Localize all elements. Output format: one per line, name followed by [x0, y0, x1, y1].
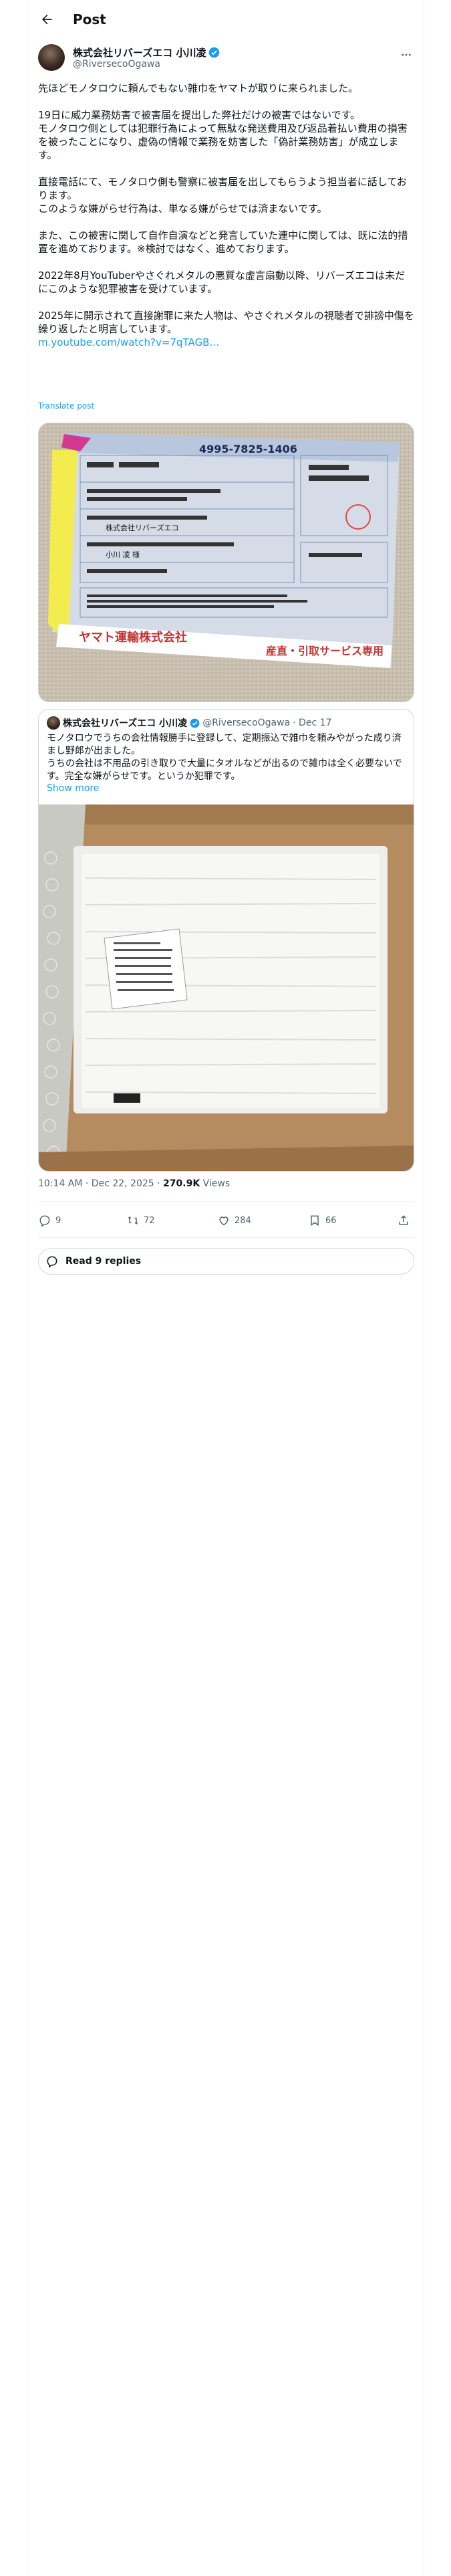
- verified-badge-icon: [190, 718, 200, 728]
- post-text: 先ほどモノタロウに頼んでもない雑巾をヤマトが取りに来られました。 19日に威力業…: [38, 82, 414, 349]
- post-line: モノタロウ側としては犯罪行為によって無駄な発送費用及び返品着払い費用の損害を被っ…: [38, 122, 408, 161]
- avatar[interactable]: [38, 44, 65, 71]
- tracking-number: 4995-7825-1406: [199, 443, 297, 455]
- bookmark-count: 66: [325, 1215, 337, 1226]
- author-handle[interactable]: @RiversecoOgawa: [73, 59, 160, 70]
- post-author: 株式会社リバーズエコ 小川凌 @RiversecoOgawa: [38, 44, 414, 75]
- reply-bubble-icon: [45, 1255, 59, 1268]
- share-icon: [397, 1214, 410, 1227]
- post-paragraph: 19日に威力業務妨害で被害届を提出した弊社だけの被害ではないです。 モノタロウ側と…: [38, 108, 414, 162]
- post-line: このような嫌がらせ行為は、単なる嫌がらせでは済まないです。: [38, 203, 327, 215]
- post-line: 先ほどモノタロウに頼んでもない雑巾をヤマトが取りに来られました。: [38, 82, 358, 94]
- main-column: Post 株式会社リバーズエコ 小川凌 @RiversecoOgawa 先ほどモ…: [27, 0, 424, 2576]
- author-name[interactable]: 株式会社リバーズエコ 小川凌: [73, 45, 206, 60]
- post-paragraph: 2025年に開示されて直接謝罪に来た人物は、やさぐれメタルの視聴者で誹謗中傷を繰…: [38, 309, 414, 336]
- youtube-link[interactable]: m.youtube.com/watch?v=7qTAGB…: [38, 336, 219, 348]
- read-replies-label: Read 9 replies: [65, 1256, 142, 1267]
- quoted-author-name: 株式会社リバーズエコ 小川凌: [63, 718, 188, 729]
- quoted-post[interactable]: 株式会社リバーズエコ 小川凌 @RiversecoOgawa · Dec 17 …: [38, 709, 414, 1172]
- post-paragraph: m.youtube.com/watch?v=7qTAGB…: [38, 336, 414, 349]
- post-line: 2025年に開示されて直接謝罪に来た人物は、やさぐれメタルの視聴者で誹謗中傷を繰…: [38, 310, 414, 335]
- back-button[interactable]: [35, 8, 58, 31]
- package-photo: [39, 804, 414, 1171]
- recipient-person: 小川 凌 様: [106, 550, 140, 559]
- quoted-post-header: 株式会社リバーズエコ 小川凌 @RiversecoOgawa · Dec 17: [47, 716, 331, 730]
- quoted-post-image-package[interactable]: [39, 804, 414, 1171]
- post-paragraph: 先ほどモノタロウに頼んでもない雑巾をヤマトが取りに来られました。: [38, 82, 414, 95]
- quoted-author-handle: @RiversecoOgawa: [202, 718, 291, 728]
- more-options-button[interactable]: [398, 47, 414, 63]
- post-line: 直接電話にて、モノタロウ側も警察に被害届を出してもらうよう担当者に話しております…: [38, 176, 407, 201]
- repost-icon: [126, 1214, 140, 1227]
- header: Post: [27, 0, 425, 39]
- translate-post-link[interactable]: Translate post: [38, 401, 94, 411]
- back-arrow-icon: [42, 14, 52, 25]
- quoted-post-date: · Dec 17: [293, 718, 332, 728]
- reply-count: 9: [55, 1215, 61, 1226]
- verified-badge-icon: [208, 47, 220, 58]
- post-meta: 10:14 AM · Dec 22, 2025 · 270.9K Views: [38, 1178, 230, 1189]
- reply-button[interactable]: 9: [38, 1209, 61, 1232]
- service-type: 産直・引取サービス専用: [266, 645, 384, 657]
- bookmark-button[interactable]: 66: [308, 1209, 337, 1232]
- quoted-line: モノタロウでうちの会社情報勝手に登録して、定期振込で雑巾を頼みやがった成り済まし…: [47, 733, 402, 756]
- post-line: また、この被害に関して自作自演などと発言していた連中に関しては、既に法的措置を進…: [38, 229, 408, 255]
- reply-icon: [38, 1214, 51, 1227]
- quoted-post-text: モノタロウでうちの会社情報勝手に登録して、定期振込で雑巾を頼みやがった成り済まし…: [47, 732, 408, 783]
- read-replies-button[interactable]: Read 9 replies: [38, 1248, 414, 1275]
- quoted-line: うちの会社は不用品の引き取りで大量にタオルなどが出るので雑巾は全く必要ないです。…: [47, 758, 402, 782]
- post-line: 2022年8月YouTuberやさぐれメタルの悪質な虚言扇動以降、リバーズエコは…: [38, 270, 406, 295]
- post-paragraph: また、この被害に関して自作自演などと発言していた連中に関しては、既に法的措置を進…: [38, 229, 414, 255]
- author-name-line: 株式会社リバーズエコ 小川凌: [73, 45, 220, 60]
- action-bar: 9 72 284 66: [38, 1209, 414, 1232]
- shipping-label-photo: 4995-7825-1406 株式会社リバーズエコ 小川 凌 様 ヤマト運輸株式…: [39, 423, 414, 702]
- like-button[interactable]: 284: [217, 1209, 251, 1232]
- share-button[interactable]: [397, 1209, 414, 1232]
- yamato-company-name: ヤマト運輸株式会社: [79, 630, 187, 645]
- more-icon: [402, 53, 411, 56]
- page-title: Post: [73, 11, 106, 27]
- post-paragraph: 直接電話にて、モノタロウ側も警察に被害届を出してもらうよう担当者に話しております…: [38, 175, 414, 215]
- like-count: 284: [235, 1215, 251, 1226]
- recipient-company: 株式会社リバーズエコ: [106, 523, 178, 532]
- divider: [38, 1201, 414, 1202]
- heart-icon: [217, 1214, 231, 1227]
- show-more-link[interactable]: Show more: [47, 783, 100, 794]
- repost-button[interactable]: 72: [126, 1209, 155, 1232]
- post-image-shipping-label[interactable]: 4995-7825-1406 株式会社リバーズエコ 小川 凌 様 ヤマト運輸株式…: [38, 423, 414, 702]
- post-timestamp[interactable]: 10:14 AM · Dec 22, 2025 ·: [38, 1178, 163, 1189]
- divider: [38, 1237, 414, 1238]
- views-label: Views: [200, 1178, 231, 1189]
- post-paragraph: 2022年8月YouTuberやさぐれメタルの悪質な虚言扇動以降、リバーズエコは…: [38, 269, 414, 296]
- post-line: 19日に威力業務妨害で被害届を提出した弊社だけの被害ではないです。: [38, 109, 361, 121]
- quoted-avatar: [47, 716, 60, 730]
- bookmark-icon: [308, 1214, 321, 1227]
- repost-count: 72: [144, 1215, 155, 1226]
- view-count: 270.9K: [163, 1178, 200, 1189]
